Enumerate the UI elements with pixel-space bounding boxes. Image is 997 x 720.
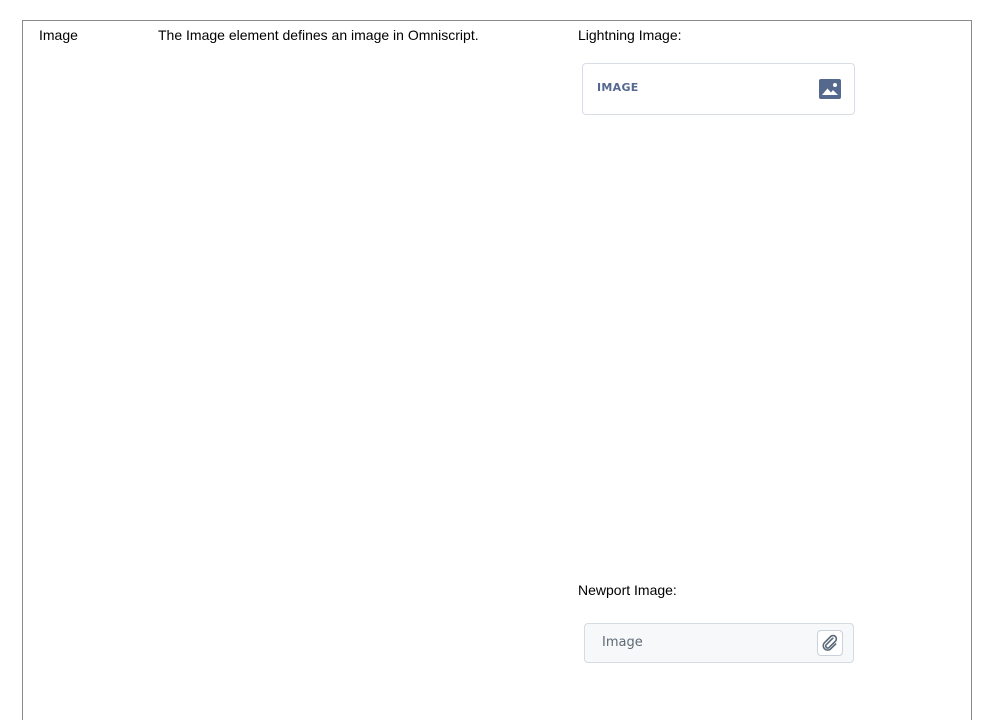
newport-image-label: Newport Image: (578, 582, 677, 598)
lightning-image-text: IMAGE (597, 81, 639, 94)
paperclip-icon (822, 634, 838, 651)
lightning-image-component[interactable]: IMAGE (582, 63, 855, 115)
newport-attach-button[interactable] (817, 630, 843, 656)
newport-image-component[interactable]: Image (584, 623, 854, 663)
lightning-image-label: Lightning Image: (578, 27, 682, 43)
image-icon (818, 78, 842, 100)
newport-image-text: Image (602, 635, 643, 650)
table-frame (22, 20, 972, 720)
element-name-cell: Image (39, 27, 78, 43)
element-description-cell: The Image element defines an image in Om… (158, 27, 479, 43)
